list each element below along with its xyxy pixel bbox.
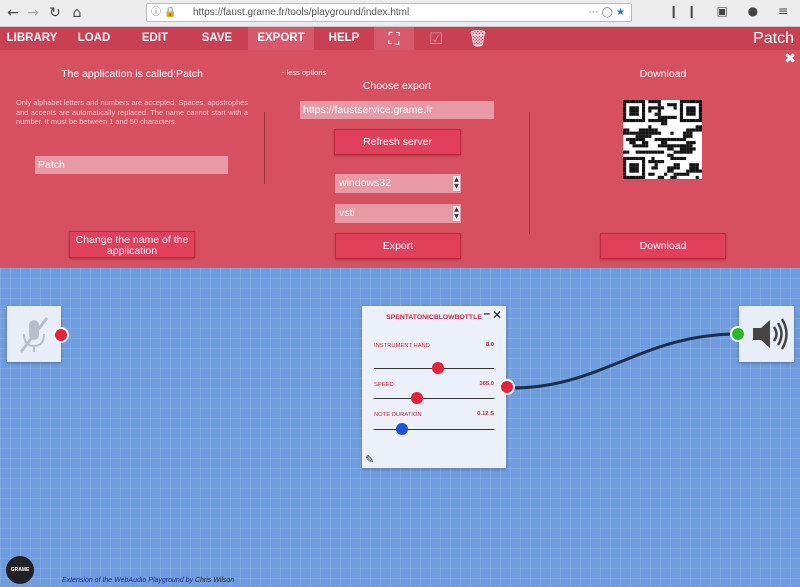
download-button[interactable]: Download	[600, 233, 726, 259]
forward-arrow-icon[interactable]: →	[24, 4, 42, 22]
footer-credit: Extension of the WebAudio Playground by …	[62, 577, 234, 584]
checkbox-icon[interactable]: ☑	[416, 27, 456, 50]
download-title: Download	[639, 68, 687, 80]
output-node[interactable]	[739, 306, 794, 362]
qr-code-image	[623, 100, 702, 179]
export-button[interactable]: Export	[335, 233, 461, 259]
instrument-hand-slider[interactable]	[431, 362, 444, 374]
slider-track	[374, 398, 494, 399]
speed-slider[interactable]	[411, 392, 424, 404]
menu-save[interactable]: SAVE	[186, 27, 248, 50]
param-value: 0.12 S	[477, 411, 494, 417]
url-text: https://faust.grame.fr/tools/playground/…	[193, 7, 410, 18]
architecture-select[interactable]: vsti ▲ ▼	[335, 204, 461, 223]
change-name-button[interactable]: Change the name of the application	[69, 231, 195, 258]
speaker-icon	[753, 318, 788, 350]
divider	[529, 112, 530, 234]
module-output-port[interactable]	[499, 379, 515, 395]
minimize-icon[interactable]: –	[483, 306, 490, 320]
browser-menu-icons[interactable]: ❙❙ ▣ ● ≡	[669, 4, 796, 18]
param-label: NOTE DURATION	[374, 412, 422, 418]
grame-logo: GRAME	[6, 556, 34, 584]
menu-export[interactable]: EXPORT	[248, 27, 314, 50]
refresh-server-button[interactable]: Refresh server	[334, 129, 461, 155]
back-arrow-icon[interactable]: ←	[4, 4, 22, 22]
close-icon[interactable]: ✖	[784, 51, 796, 67]
site-info-icon[interactable]: ⓘ 🔒	[151, 4, 177, 21]
app-name-title: The application is called:Patch	[61, 68, 203, 80]
app-name-input[interactable]: Patch	[35, 156, 228, 174]
close-module-icon[interactable]: ✕	[492, 308, 502, 322]
faust-module[interactable]: SPENTATONICBLOWBOTTLE – ✕ INSTRUMENT HAN…	[362, 306, 506, 468]
trash-icon[interactable]: 🗑	[458, 27, 498, 50]
menu-help[interactable]: HELP	[314, 27, 374, 50]
footer-text: Extension of the WebAudio Playground by	[62, 577, 194, 584]
param-label: INSTRUMENT HAND	[374, 343, 430, 349]
architecture-selected: vsti	[339, 207, 355, 219]
menu-edit[interactable]: EDIT	[124, 27, 186, 50]
platform-select[interactable]: windows32 ▲ ▼	[335, 174, 461, 193]
footer-author[interactable]: Chris Wilson	[195, 577, 234, 584]
chevron-down-icon: ▲ ▼	[453, 176, 460, 191]
param-value: 365.0	[479, 381, 494, 387]
edit-pencil-icon[interactable]: ✎	[365, 453, 374, 466]
app-name-hint: Only alphabet letters and numbers are ac…	[16, 98, 248, 127]
choose-export-title: Choose export	[362, 80, 432, 92]
fullscreen-icon[interactable]: ⛶	[374, 27, 414, 50]
url-bar[interactable]: ⓘ 🔒 https://faust.grame.fr/tools/playgro…	[146, 3, 632, 22]
server-url-input[interactable]: https://faustservice.grame.fr	[300, 101, 494, 119]
menu-library[interactable]: LIBRARY	[0, 27, 64, 50]
reload-icon[interactable]: ↻	[46, 4, 64, 22]
main-menu: LIBRARY LOAD EDIT SAVE EXPORT HELP ⛶ ☑ 🗑…	[0, 27, 800, 50]
output-input-port[interactable]	[730, 326, 746, 342]
input-output-port[interactable]	[53, 327, 69, 343]
note-duration-slider[interactable]	[395, 423, 408, 435]
param-value: 8.0	[485, 342, 494, 348]
chevron-down-icon: ▲ ▼	[453, 206, 460, 221]
page-actions-icon[interactable]: ⋯ ◯ ★	[588, 4, 625, 21]
divider	[264, 112, 265, 184]
browser-toolbar: ← → ↻ ⌂ ⓘ 🔒 https://faust.grame.fr/tools…	[0, 0, 800, 27]
platform-selected: windows32	[339, 177, 391, 189]
menu-load[interactable]: LOAD	[64, 27, 124, 50]
slider-track	[374, 429, 494, 430]
app-title: Patch	[753, 30, 794, 47]
less-options-link[interactable]: - less options	[282, 68, 326, 77]
home-icon[interactable]: ⌂	[68, 4, 86, 22]
param-label: SPEED	[374, 382, 394, 388]
